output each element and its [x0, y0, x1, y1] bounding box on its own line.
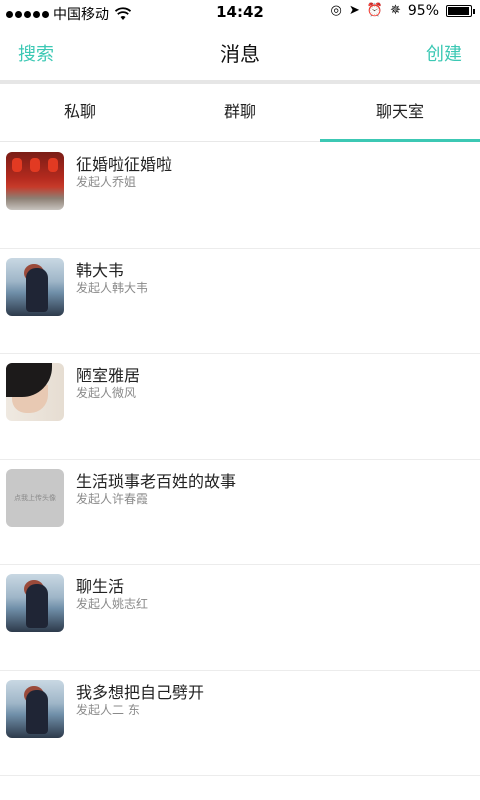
avatar-placeholder[interactable]: 点我上传头像	[6, 468, 64, 527]
list-item[interactable]: 我多想把自己劈开 发起人二 东	[0, 671, 480, 776]
chat-room-list: 征婚啦征婚啦 发起人乔姐 韩大韦 发起人韩大韦 陋室雅居 发起人微风 点我上传头…	[0, 143, 480, 776]
alarm-icon: ⏰	[366, 3, 383, 18]
room-creator: 发起人乔姐	[76, 175, 137, 189]
battery-icon	[446, 5, 475, 17]
list-item[interactable]: 韩大韦 发起人韩大韦	[0, 249, 480, 354]
orientation-lock-icon: ◎	[330, 3, 342, 18]
create-button[interactable]: 创建	[426, 40, 462, 66]
room-title: 征婚啦征婚啦	[76, 155, 173, 174]
status-right: ◎ ➤ ⏰ ✵ 95%	[330, 3, 475, 19]
list-item[interactable]: 征婚啦征婚啦 发起人乔姐	[0, 143, 480, 249]
room-title: 聊生活	[76, 577, 125, 596]
room-title: 我多想把自己劈开	[76, 682, 205, 702]
avatar	[6, 363, 64, 421]
list-item[interactable]: 陋室雅居 发起人微风	[0, 354, 480, 460]
list-item[interactable]: 聊生活 发起人姚志红	[0, 565, 480, 671]
room-title: 韩大韦	[76, 260, 125, 280]
tab-bar: 私聊 群聊 聊天室	[0, 84, 480, 142]
battery-percent: 95%	[407, 3, 439, 19]
tab-private-chat[interactable]: 私聊	[0, 84, 160, 141]
avatar	[6, 574, 64, 632]
room-creator: 发起人韩大韦	[76, 280, 149, 295]
avatar	[6, 679, 64, 738]
location-icon: ➤	[348, 3, 360, 18]
bluetooth-icon: ✵	[389, 3, 401, 18]
tab-group-chat[interactable]: 群聊	[160, 84, 320, 141]
room-creator: 发起人微风	[76, 386, 137, 400]
navigation-bar: 搜索 消息 创建	[0, 24, 480, 80]
room-creator: 发起人许春霞	[76, 491, 149, 506]
avatar	[6, 152, 64, 210]
page-title: 消息	[220, 42, 260, 66]
room-creator: 发起人姚志红	[76, 597, 149, 611]
room-title: 生活琐事老百姓的故事	[76, 471, 237, 491]
status-bar: 中国移动 14:42 ◎ ➤ ⏰ ✵ 95%	[0, 0, 480, 24]
room-creator: 发起人二 东	[76, 702, 140, 717]
avatar	[6, 257, 64, 316]
tab-chat-room[interactable]: 聊天室	[320, 84, 480, 142]
list-item[interactable]: 点我上传头像 生活琐事老百姓的故事 发起人许春霞	[0, 460, 480, 565]
room-title: 陋室雅居	[76, 366, 141, 385]
